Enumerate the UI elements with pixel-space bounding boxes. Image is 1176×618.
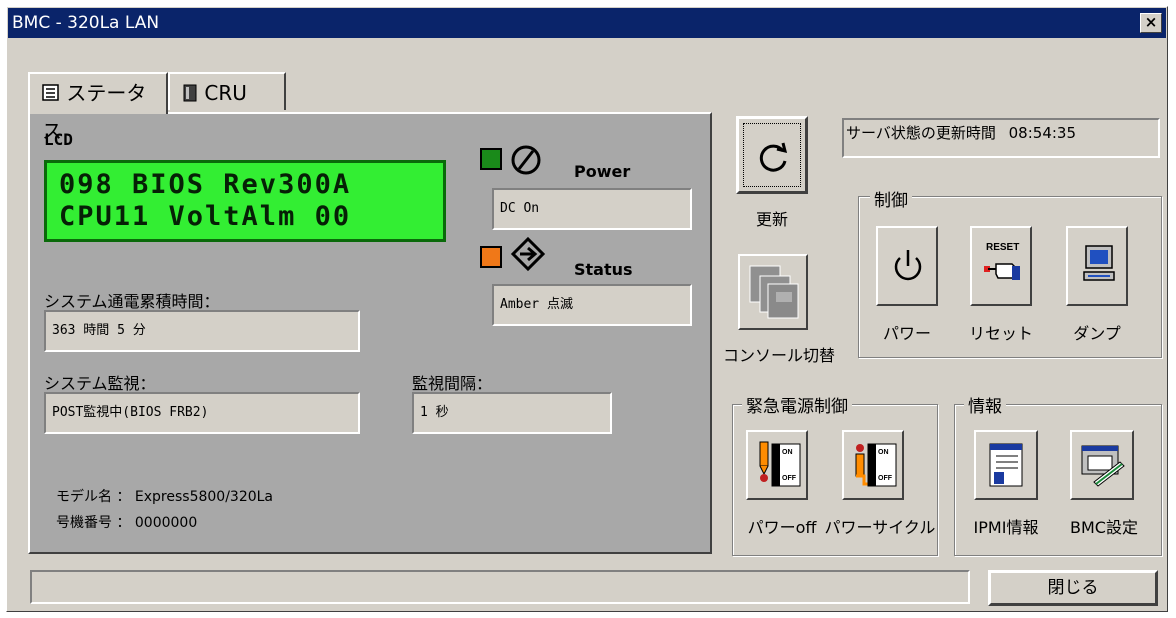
- title-bar: BMC - 320La LAN ×: [8, 8, 1166, 38]
- console-switch-icon: [749, 265, 799, 319]
- power-off-off-text: OFF: [782, 475, 797, 482]
- update-time-value: 08:54:35: [1008, 124, 1077, 142]
- power-state-field: DC On: [492, 188, 692, 230]
- interval-label: 監視間隔：: [412, 374, 493, 393]
- status-label: Status: [574, 260, 633, 279]
- lcd-line-2: CPU11 VoltAlm 00: [59, 201, 352, 232]
- power-off-on-text: ON: [782, 449, 793, 456]
- dump-computer-icon: [1083, 245, 1115, 281]
- emergency-group-title: 緊急電源制御: [742, 392, 852, 417]
- reset-hand-icon: [984, 263, 1020, 280]
- ipmi-info-icon: [989, 443, 1023, 487]
- monitor-label: システム監視：: [44, 374, 156, 393]
- power-off-switch-icon: ON OFF: [759, 441, 801, 487]
- console-switch-label: コンソール切替: [722, 346, 835, 365]
- bmc-settings-button[interactable]: [1070, 430, 1134, 500]
- power-led: [480, 148, 502, 170]
- status-panel-icon: [42, 84, 59, 101]
- monitor-field: POST監視中(BIOS FRB2): [44, 392, 360, 434]
- update-time-label: サーバ状態の更新時間: [846, 124, 996, 142]
- power-symbol-icon: [511, 145, 541, 175]
- power-cycle-off-text: OFF: [878, 475, 893, 482]
- interval-field: 1 秒: [412, 392, 612, 434]
- bmc-settings-label: BMC設定: [1070, 518, 1138, 537]
- reset-button[interactable]: RESET: [970, 226, 1032, 306]
- tab-status[interactable]: ステータス: [28, 72, 168, 143]
- refresh-button[interactable]: [736, 116, 808, 194]
- power-cycle-switch-icon: ON OFF: [855, 443, 897, 487]
- reset-text: RESET: [986, 242, 1020, 253]
- power-cycle-label: パワーサイクル: [824, 518, 936, 537]
- status-led: [480, 246, 502, 268]
- console-switch-button[interactable]: [738, 254, 808, 330]
- bmc-settings-icon: [1081, 445, 1125, 487]
- info-group-title: 情報: [964, 392, 1006, 417]
- status-state-field: Amber 点滅: [492, 284, 692, 326]
- close-button[interactable]: 閉じる: [988, 570, 1158, 606]
- power-off-label: パワーoff: [747, 518, 817, 537]
- tab-cru[interactable]: CRU: [168, 72, 286, 110]
- power-button[interactable]: [876, 226, 938, 306]
- power-button-icon: [894, 250, 922, 281]
- power-label: Power: [574, 162, 631, 181]
- status-arrow-icon: [510, 236, 546, 272]
- window-close-button[interactable]: ×: [1140, 13, 1162, 33]
- control-group-title: 制御: [870, 186, 912, 211]
- status-bar: [30, 570, 970, 604]
- dump-button-label: ダンプ: [1073, 324, 1121, 343]
- window-title: BMC - 320La LAN: [12, 13, 160, 33]
- refresh-label: 更新: [755, 210, 788, 229]
- cru-module-icon: [183, 84, 197, 102]
- refresh-icon: [759, 142, 788, 172]
- ipmi-info-button[interactable]: [974, 430, 1038, 500]
- power-cycle-on-text: ON: [878, 449, 889, 456]
- ipmi-info-label: IPMI情報: [973, 518, 1039, 537]
- dump-button[interactable]: [1066, 226, 1128, 306]
- uptime-field: 363 時間 5 分: [44, 310, 360, 352]
- update-time-box: サーバ状態の更新時間 08:54:35: [842, 118, 1160, 158]
- lcd-display: 098 BIOS Rev300A CPU11 VoltAlm 00: [44, 160, 446, 242]
- uptime-label: システム通電累積時間：: [44, 292, 220, 311]
- lcd-line-1: 098 BIOS Rev300A: [59, 169, 352, 200]
- power-off-button[interactable]: ON OFF: [746, 430, 808, 500]
- close-button-label: 閉じる: [1047, 578, 1099, 598]
- power-button-label: パワー: [882, 324, 931, 343]
- power-cycle-button[interactable]: ON OFF: [842, 430, 904, 500]
- tab-cru-label: CRU: [204, 81, 247, 105]
- reset-button-label: リセット: [968, 324, 1033, 343]
- serial-number: 号機番号 ： 0000000: [56, 515, 198, 531]
- model-name: モデル名 ： Express5800/320La: [56, 489, 274, 505]
